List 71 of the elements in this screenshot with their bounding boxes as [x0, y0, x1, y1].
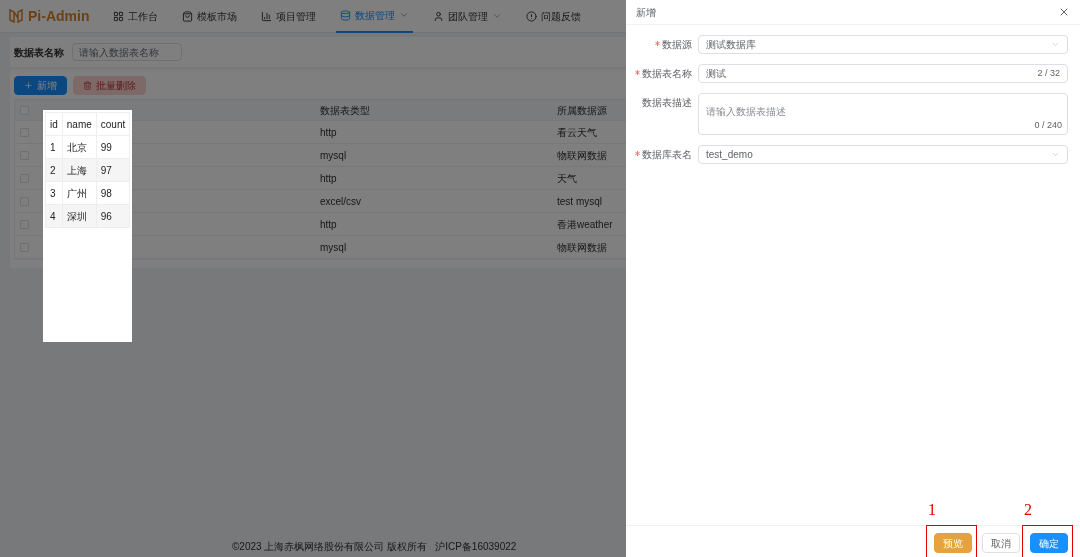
table-cell-text: 天气	[556, 171, 577, 186]
table-cell-text: http	[319, 171, 337, 186]
drawer-title: 新增	[636, 5, 656, 20]
field-label: 数据源	[662, 38, 692, 52]
nav-item[interactable]: 数据管理	[336, 0, 414, 33]
input-field[interactable]: 测试 2 / 32	[698, 64, 1068, 83]
preview-cell: 深圳	[62, 204, 97, 228]
alert-icon	[526, 10, 538, 22]
preview-cell: 上海	[62, 158, 97, 182]
table-cell-text: 物联网数据	[556, 148, 607, 163]
select-field[interactable]: 测试数据库	[698, 35, 1068, 54]
annotation-number: 2	[1024, 501, 1032, 518]
nav-item[interactable]: 团队管理	[429, 0, 507, 33]
preview-cell: 3	[45, 181, 63, 205]
table-cell-text: mysql	[319, 148, 347, 163]
preview-cell: 98	[96, 181, 130, 205]
table-cell-text: test mysql	[556, 194, 602, 209]
preview-cell: 99	[96, 135, 130, 159]
close-icon[interactable]	[1058, 6, 1070, 18]
add-button[interactable]: 新增	[14, 76, 67, 95]
preview-cell: 96	[96, 204, 130, 228]
preview-header-cell: count	[96, 112, 130, 136]
chevron-down-icon	[1051, 40, 1060, 49]
trash-icon	[83, 81, 92, 90]
field-label: 数据库表名	[642, 148, 692, 162]
char-count: 0 / 240	[1034, 118, 1062, 132]
column-header: 数据表类型	[319, 103, 370, 118]
footer-text: ©2023 上海赤枫网络股份有限公司 版权所有	[232, 540, 428, 554]
chevron-down-icon	[1051, 150, 1060, 159]
nav-item[interactable]: 模板市场	[178, 0, 242, 33]
nav-item[interactable]: 工作台	[109, 0, 163, 33]
footer-text: 沪ICP备16039022	[435, 540, 517, 554]
table-cell-text: http	[319, 125, 337, 140]
table-cell-text: mysql	[319, 240, 347, 255]
column-header: 所属数据源	[556, 103, 607, 118]
preview-cell: 2	[45, 158, 63, 182]
table-cell-text: excel/csv	[319, 194, 362, 209]
user-icon	[433, 10, 445, 22]
preview-cell: 4	[45, 204, 63, 228]
bar-chart-icon	[261, 10, 273, 22]
preview-cell: 1	[45, 135, 63, 159]
annotation-box	[926, 524, 977, 557]
grid-icon	[113, 10, 125, 22]
plus-icon	[24, 81, 33, 90]
nav-item[interactable]: 问题反馈	[522, 0, 586, 33]
confirm-button[interactable]: 确定	[1030, 533, 1068, 553]
preview-cell: 97	[96, 158, 130, 182]
logo-icon	[8, 8, 24, 24]
preview-cell: 广州	[62, 181, 97, 205]
annotation-number: 1	[928, 501, 936, 518]
nav-item[interactable]: 项目管理	[257, 0, 321, 33]
field-placeholder: 请输入数据表描述	[706, 106, 786, 117]
preview-header-cell: name	[62, 112, 97, 136]
preview-cell: 北京	[62, 135, 97, 159]
field-label: 数据表名称	[642, 67, 692, 81]
select-field[interactable]: test_demo	[698, 145, 1068, 164]
field-label: 数据表描述	[642, 96, 692, 110]
search-field[interactable]: 请输入数据表名称	[72, 43, 182, 61]
table-cell-text: 看云天气	[556, 125, 597, 140]
annotation-box	[1022, 524, 1073, 557]
table-cell-text: 香港weather	[556, 217, 613, 232]
search-label: 数据表名称	[14, 45, 64, 60]
char-count: 2 / 32	[1037, 66, 1060, 80]
database-icon	[340, 9, 352, 21]
description-field[interactable]: 请输入数据表描述 0 / 240	[698, 93, 1068, 135]
preview-header-cell: id	[45, 112, 63, 136]
cancel-button[interactable]: 取消	[982, 533, 1020, 553]
table-cell-text: 物联网数据	[556, 240, 607, 255]
app-logo-text: Pi-Admin	[28, 6, 90, 26]
table-cell-text: http	[319, 217, 337, 232]
bag-icon	[182, 10, 194, 22]
